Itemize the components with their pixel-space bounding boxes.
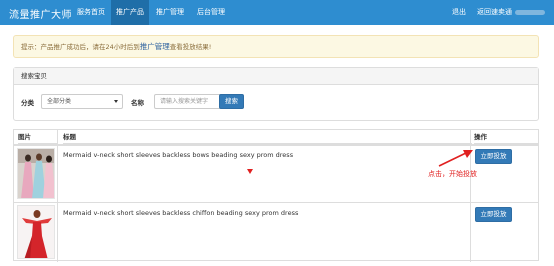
- annotation-arrows: [247, 150, 473, 174]
- red-marker-triangle: [247, 169, 253, 174]
- annotation-text: 点击，开始投放: [428, 170, 477, 178]
- red-arrow-line: [438, 151, 469, 167]
